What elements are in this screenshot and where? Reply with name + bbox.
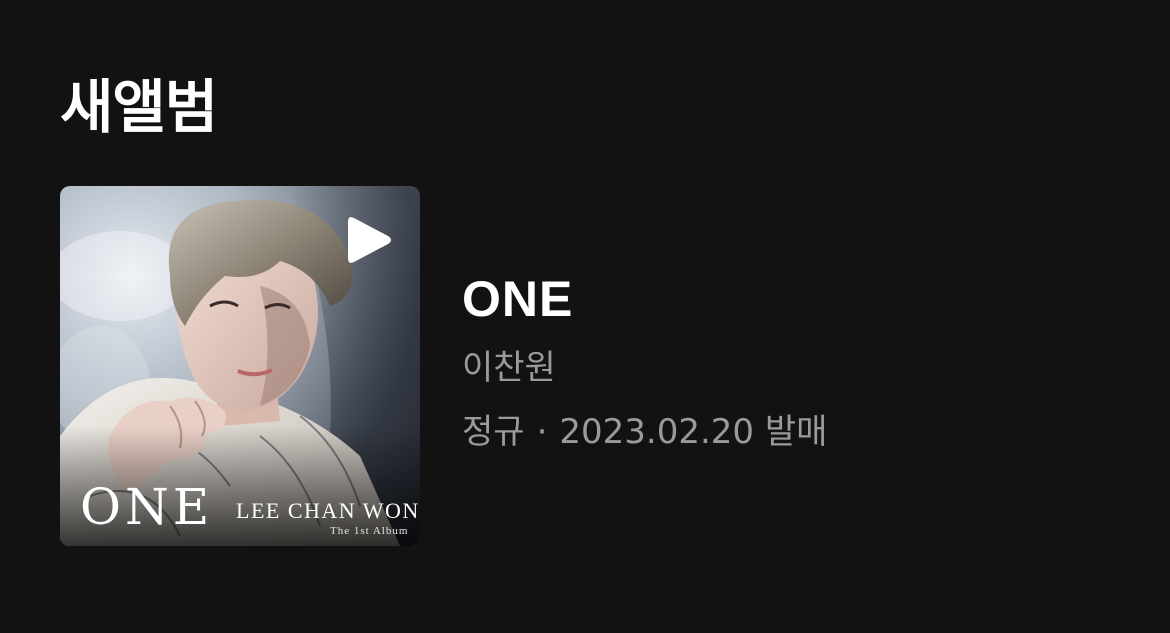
section-title: 새앨범	[60, 73, 218, 141]
album-artist[interactable]: 이찬원	[462, 348, 827, 388]
album-cover-card[interactable]: ONE LEE CHAN WON The 1st Album	[60, 186, 420, 546]
play-icon	[348, 217, 391, 263]
album-title[interactable]: ONE	[462, 270, 827, 328]
cover-subtitle-text: The 1st Album	[330, 525, 409, 537]
new-albums-section: 새앨범 ONE LEE CHAN WON The 1st Album ONE 이…	[0, 0, 1170, 633]
album-info: ONE 이찬원 정규 · 2023.02.20 발매	[462, 270, 827, 452]
cover-artist-text: LEE CHAN WON	[236, 498, 420, 523]
album-type: 정규	[462, 412, 525, 452]
cover-title-text: ONE	[80, 478, 214, 536]
album-release-date: 2023.02.20 발매	[559, 412, 828, 452]
play-button[interactable]	[344, 212, 396, 268]
meta-separator: ·	[536, 412, 548, 452]
album-meta: 정규 · 2023.02.20 발매	[462, 412, 827, 452]
